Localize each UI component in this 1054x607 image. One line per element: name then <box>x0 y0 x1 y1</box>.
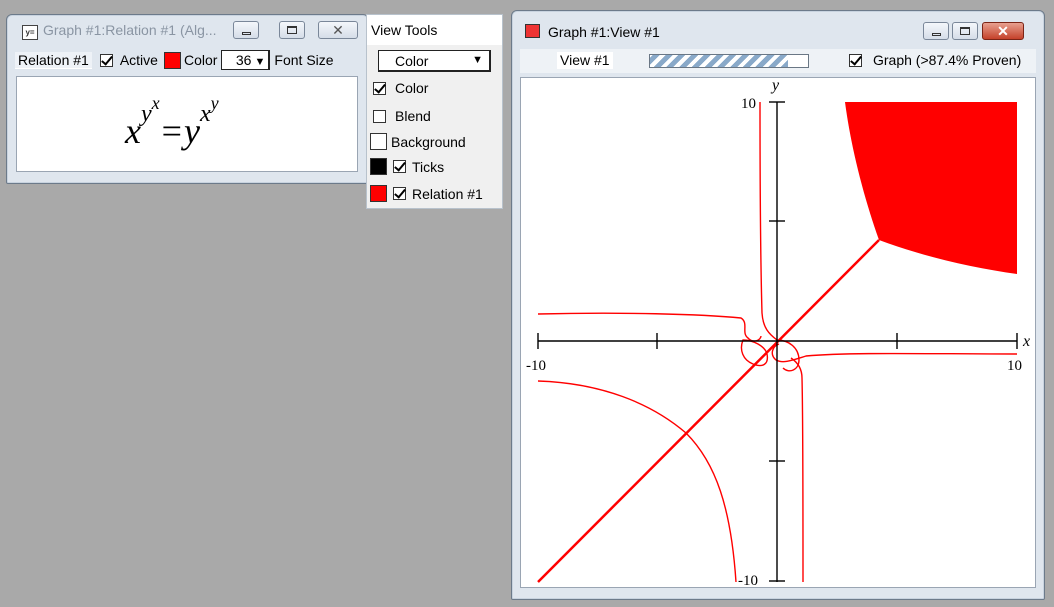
plot-svg: x y -10 10 10 -10 <box>526 78 1030 587</box>
minimize-icon <box>241 31 251 35</box>
equation-rhs-exp2: y <box>210 93 219 113</box>
equation-lhs-exp1: y <box>140 101 152 127</box>
active-label: Active <box>119 52 158 68</box>
tab-relation-1[interactable]: Relation #1 <box>15 51 92 69</box>
ticks-checkbox[interactable] <box>393 160 406 173</box>
equation-display[interactable]: xyx=yxy <box>16 76 358 172</box>
close-icon: ✕ <box>997 23 1009 39</box>
color-checkbox[interactable] <box>373 81 386 95</box>
view-option-color-label: Color <box>395 80 429 96</box>
graph-checkbox-label: Graph (>87.4% Proven) <box>873 52 1022 68</box>
view-option-relation-1[interactable]: Relation #1 <box>370 185 483 202</box>
x-axis-label: x <box>1022 333 1030 350</box>
proof-progress-bar <box>649 54 809 68</box>
font-size-value: 36 <box>235 52 252 68</box>
view-option-color[interactable]: Color <box>373 80 428 96</box>
x-min-label: -10 <box>526 358 546 374</box>
mode-select-value: Color <box>395 53 429 69</box>
plot-area[interactable]: x y -10 10 10 -10 <box>520 77 1036 588</box>
relation-toolbar: Relation #1 Active Color 36 ▼ Font Size <box>15 49 360 71</box>
ticks-swatch[interactable] <box>370 158 387 175</box>
y-max-label: 10 <box>741 96 756 112</box>
view-tools-panel: View Tools Color ▼ Color Blend Backgroun… <box>366 14 503 209</box>
active-checkbox[interactable] <box>99 53 113 67</box>
close-button[interactable]: ✕ <box>982 22 1024 40</box>
maximize-icon <box>960 27 970 35</box>
x-max-label: 10 <box>1007 358 1022 374</box>
view-option-ticks-label: Ticks <box>412 158 445 175</box>
color-label: Color <box>183 52 218 68</box>
relation-1-swatch[interactable] <box>370 185 387 202</box>
blend-checkbox[interactable] <box>373 109 386 123</box>
close-button[interactable]: ✕ <box>318 21 358 39</box>
relation-curve-left <box>537 312 762 342</box>
font-size-label: Font Size <box>274 52 334 68</box>
equation-rhs-exp1: x <box>199 101 211 127</box>
y-min-label: -10 <box>738 573 758 587</box>
y-axis-label: y <box>770 78 780 94</box>
relation-window-titlebar[interactable]: y= Graph #1:Relation #1 (Alg... ✕ <box>7 15 368 45</box>
graph-checkbox[interactable] <box>849 54 862 67</box>
maximize-button[interactable] <box>952 22 978 40</box>
tab-view-1[interactable]: View #1 <box>557 52 613 69</box>
maximize-icon <box>287 26 297 34</box>
color-swatch[interactable] <box>163 51 181 69</box>
font-size-select[interactable]: 36 ▼ <box>221 50 271 70</box>
view-option-background[interactable]: Background <box>370 133 466 150</box>
view-option-relation-1-label: Relation #1 <box>412 185 483 202</box>
relation-1-checkbox[interactable] <box>393 187 406 200</box>
relation-curve-bottom <box>790 357 804 583</box>
view-tools-title: View Tools <box>371 22 438 38</box>
relation-diagonal <box>537 239 880 583</box>
graph-window-icon <box>525 24 540 38</box>
view-option-background-label: Background <box>391 133 466 150</box>
view-tools-body: Color ▼ Color Blend Background Ticks Rel… <box>367 45 502 208</box>
minimize-button[interactable] <box>923 22 949 40</box>
relation-window-title: Graph #1:Relation #1 (Alg... <box>43 22 217 38</box>
chevron-down-icon: ▼ <box>251 56 266 68</box>
chevron-down-icon: ▼ <box>472 54 483 66</box>
minimize-icon <box>931 32 941 36</box>
relation-window: y= Graph #1:Relation #1 (Alg... ✕ Relati… <box>6 14 369 184</box>
background-swatch[interactable] <box>370 133 387 150</box>
graph-window-title: Graph #1:View #1 <box>548 24 660 40</box>
close-icon: ✕ <box>332 21 344 38</box>
graph-window: Graph #1:View #1 ✕ View #1 Graph (>87.4%… <box>511 10 1045 600</box>
view-option-blend[interactable]: Blend <box>373 108 431 124</box>
graph-toolbar: View #1 Graph (>87.4% Proven) <box>520 49 1036 73</box>
equation-equals: = <box>161 111 182 151</box>
proof-progress-fill <box>650 55 789 67</box>
mode-select[interactable]: Color ▼ <box>378 50 491 72</box>
graph-window-titlebar[interactable]: Graph #1:View #1 ✕ <box>512 11 1044 41</box>
relation-curve-right <box>771 343 1018 363</box>
relation-curve-origin-loop <box>740 339 800 372</box>
equation-lhs-exp2: x <box>151 93 160 113</box>
equation-window-icon: y= <box>22 25 38 40</box>
equation: xyx=yxy <box>125 91 219 149</box>
view-option-ticks[interactable]: Ticks <box>370 158 444 175</box>
view-option-blend-label: Blend <box>395 108 431 124</box>
equation-rhs-base: y <box>183 111 200 151</box>
equation-lhs-base: x <box>125 111 141 151</box>
minimize-button[interactable] <box>233 21 259 39</box>
maximize-button[interactable] <box>279 21 305 39</box>
